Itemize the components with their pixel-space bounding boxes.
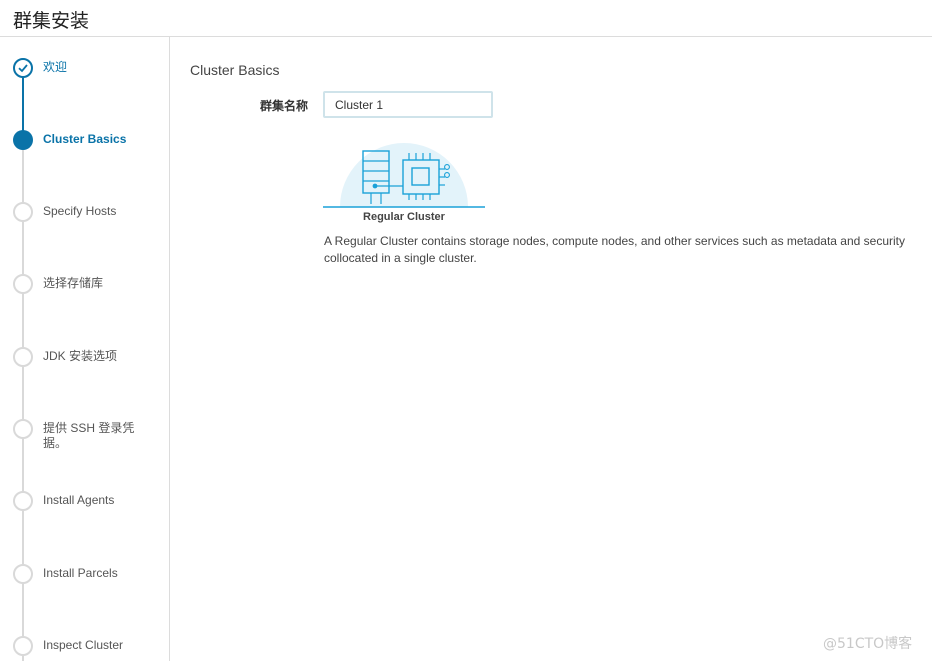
- pending-step-icon: [13, 564, 33, 584]
- cluster-install-page: 群集安装 欢迎 Cluster Basics Specify Hosts 选择存…: [0, 0, 932, 661]
- pending-step-icon: [13, 274, 33, 294]
- step-label: Specify Hosts: [43, 204, 117, 218]
- step-label: Install Parcels: [43, 566, 118, 580]
- cluster-description: A Regular Cluster contains storage nodes…: [324, 234, 905, 265]
- step-label: 欢迎: [43, 60, 68, 74]
- pending-step-icon: [13, 491, 33, 511]
- step-ssh-credentials[interactable]: 提供 SSH 登录凭据。: [0, 419, 170, 459]
- step-welcome[interactable]: 欢迎: [0, 58, 170, 98]
- page-title: 群集安装: [13, 10, 90, 32]
- check-icon: [13, 58, 33, 78]
- pending-step-icon: [13, 636, 33, 656]
- cluster-name-label: 群集名称: [260, 99, 309, 113]
- cluster-type-label: Regular Cluster: [363, 211, 445, 223]
- step-label: Inspect Cluster: [43, 638, 124, 652]
- regular-cluster-icon: [323, 143, 485, 208]
- step-label: Install Agents: [43, 493, 115, 507]
- step-label: 选择存储库: [43, 276, 104, 290]
- step-label: Cluster Basics: [43, 132, 127, 146]
- step-cluster-basics[interactable]: Cluster Basics: [0, 130, 170, 170]
- pending-step-icon: [13, 347, 33, 367]
- pending-step-icon: [13, 202, 33, 222]
- step-inspect-cluster[interactable]: Inspect Cluster: [0, 636, 170, 661]
- active-step-icon: [13, 130, 33, 150]
- steps-sidebar: 欢迎 Cluster Basics Specify Hosts 选择存储库 JD…: [0, 37, 170, 661]
- step-label: JDK 安装选项: [43, 349, 118, 363]
- step-label: 提供 SSH 登录凭据。: [43, 421, 135, 450]
- step-select-repository[interactable]: 选择存储库: [0, 274, 170, 314]
- step-install-parcels[interactable]: Install Parcels: [0, 564, 170, 604]
- cluster-name-input[interactable]: [323, 91, 493, 118]
- section-title: Cluster Basics: [190, 62, 280, 78]
- step-specify-hosts[interactable]: Specify Hosts: [0, 202, 170, 242]
- watermark: @51CTO博客: [823, 636, 913, 652]
- pending-step-icon: [13, 419, 33, 439]
- main-content: Cluster Basics 群集名称 Cluster 1 Regular Cl…: [171, 37, 932, 661]
- step-install-agents[interactable]: Install Agents: [0, 491, 170, 531]
- page-header: 群集安装: [0, 0, 932, 37]
- regular-cluster-option[interactable]: Regular Cluster: [323, 127, 485, 227]
- step-jdk-options[interactable]: JDK 安装选项: [0, 347, 170, 387]
